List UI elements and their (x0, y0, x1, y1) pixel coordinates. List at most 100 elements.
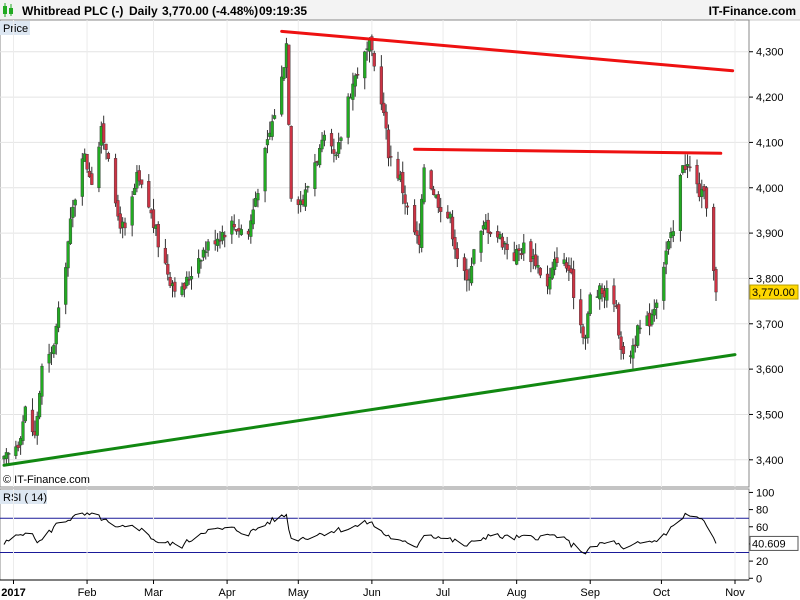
candle-body (7, 453, 11, 455)
candle-body (313, 162, 317, 189)
rsi-tick-label: 0 (756, 573, 762, 585)
candle-body (356, 74, 360, 76)
candle-body (265, 139, 270, 146)
candle-body (47, 353, 51, 364)
candle-body (132, 188, 137, 195)
candle-body (612, 285, 616, 305)
candle-body (671, 231, 675, 237)
candle-body (303, 189, 308, 207)
price-tick-label: 4,000 (756, 183, 784, 195)
candle-body (163, 247, 167, 264)
price-tick-label: 3,400 (756, 455, 784, 467)
price-tick-label: 4,200 (756, 92, 784, 104)
candle-body (199, 260, 203, 262)
price-axis: 3,400 3,500 3,600 3,700 3,800 3,900 4,000 4,100… (749, 47, 799, 467)
candle-body (282, 67, 286, 79)
candle-body (712, 206, 716, 271)
candle-body (230, 220, 234, 235)
candle-body (329, 133, 334, 147)
price-tick-label: 4,300 (756, 47, 784, 59)
period-label: Daily (129, 4, 158, 18)
candle-body (97, 146, 101, 189)
candle-body (130, 196, 134, 226)
candle-body (517, 248, 521, 251)
candle-body (16, 444, 20, 448)
candle-body (201, 249, 205, 258)
candle-body (14, 446, 18, 456)
candle-body (363, 51, 367, 79)
candle-body (572, 269, 576, 298)
candle-body (54, 326, 58, 345)
candle-body (66, 241, 70, 269)
time-tick-label: Aug (507, 587, 527, 599)
price-tick-label: 4,100 (756, 137, 784, 149)
candle-body (631, 345, 635, 359)
candle-body (536, 265, 540, 268)
candle-body (714, 269, 718, 293)
price-label: Price (3, 23, 28, 35)
candle-body (704, 187, 709, 209)
time-tick-label: Oct (653, 587, 670, 599)
time-tick-label: Mar (144, 587, 163, 599)
candle-body (666, 241, 671, 250)
candle-body (68, 218, 73, 244)
candle-body (166, 263, 170, 275)
candle-body (415, 230, 419, 236)
candle-body (522, 242, 526, 254)
candle-body (462, 257, 467, 271)
time-tick-label: Nov (725, 587, 745, 599)
candle-body (389, 156, 393, 158)
candle-body (450, 216, 455, 240)
candle-body (439, 207, 443, 212)
copyright-label: © IT-Finance.com (3, 474, 90, 486)
candle-body (353, 75, 357, 87)
candle-body (538, 267, 542, 276)
candle-body (581, 326, 585, 338)
candle-body (147, 181, 151, 208)
candle-body (140, 179, 144, 185)
candle-body (662, 266, 666, 301)
candle-body (123, 222, 127, 229)
candle-body (173, 281, 177, 292)
candle-body (270, 121, 274, 137)
candle-body (386, 129, 391, 159)
rsi-panel (0, 488, 750, 581)
candle-body (422, 167, 426, 203)
rsi-tick-label: 20 (756, 556, 768, 568)
candle-body (429, 170, 433, 190)
candle-body (189, 276, 194, 280)
rsi-last-label: 40.609 (752, 538, 786, 550)
time-label: 09:19:35 (259, 4, 307, 18)
candle-body (185, 276, 189, 287)
candle-body (379, 66, 383, 105)
candle-body (382, 102, 386, 114)
candle-body (85, 154, 89, 170)
time-tick-label: Jul (436, 587, 450, 599)
candle-body (412, 205, 417, 233)
price-tick-label: 3,600 (756, 364, 784, 376)
candle-body (479, 230, 483, 253)
candle-body (605, 288, 609, 301)
price-tick-label: 3,900 (756, 228, 784, 240)
quote-label: 3,770.00 (-4.48%) (162, 4, 258, 18)
time-tick-label: 2017 (1, 587, 25, 599)
candle-body (280, 76, 284, 115)
candle-body (334, 154, 338, 157)
candle-body (23, 406, 27, 422)
candle-body (664, 250, 668, 265)
candle-body (40, 365, 44, 397)
candle-body (232, 224, 236, 228)
candle-body (515, 249, 519, 265)
candle-body (685, 164, 690, 167)
candle-body (137, 170, 141, 182)
time-tick-label: Jun (363, 587, 381, 599)
candle-body (71, 206, 75, 218)
candle-body (223, 234, 227, 238)
candle-body (206, 241, 210, 251)
candle-body (318, 148, 322, 166)
candle-body (688, 166, 692, 169)
candle-body (156, 224, 160, 248)
candle-body (384, 111, 388, 129)
candle-body (420, 198, 424, 248)
candle-body (289, 125, 293, 199)
